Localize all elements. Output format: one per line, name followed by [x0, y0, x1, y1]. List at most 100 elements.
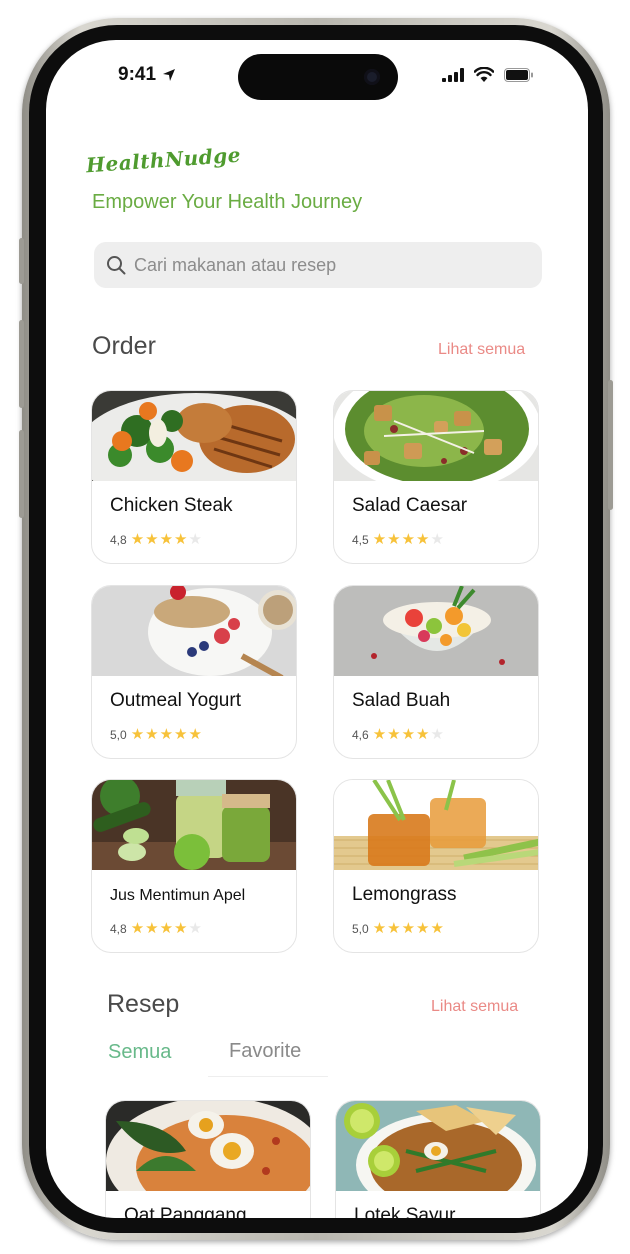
oat-panggang-illustration — [106, 1101, 310, 1218]
star-rating: ★ ★ ★ ★ ★ — [131, 727, 202, 742]
order-card-salad-caesar[interactable]: Salad Caesar 4,5 ★ ★ ★ ★ ★ — [333, 390, 539, 564]
star-rating: ★ ★ ★ ★ ★ — [131, 532, 202, 547]
tab-divider — [208, 1076, 328, 1077]
star-rating: ★ ★ ★ ★ ★ — [373, 532, 444, 547]
star-rating: ★ ★ ★ ★ ★ — [373, 921, 444, 936]
star-icon: ★ — [130, 920, 145, 937]
star-icon: ★ — [372, 920, 387, 937]
star-icon: ★ — [416, 920, 430, 937]
recipe-card-oat-panggang[interactable]: Oat Panggang — [105, 1100, 311, 1218]
rating-value: 4,8 — [110, 921, 127, 936]
wifi-icon — [474, 67, 494, 82]
status-bar-indicators — [442, 67, 534, 82]
outmeal-yogurt-illustration — [92, 586, 296, 681]
star-rating: ★ ★ ★ ★ ★ — [373, 727, 444, 742]
star-icon: ★ — [159, 531, 174, 548]
star-rating: ★ ★ ★ ★ ★ — [131, 921, 202, 936]
jus-mentimun-apel-illustration — [92, 780, 296, 870]
star-icon: ★ — [430, 531, 444, 548]
recipes-see-all-link[interactable]: Lihat semua — [431, 998, 518, 1016]
action-button — [19, 238, 24, 284]
recipes-section-title: Resep — [107, 990, 180, 1018]
food-name: Jus Mentimun Apel — [110, 887, 246, 904]
app-screen: 9:41 HealthNudge Empower Your Health Jou… — [46, 40, 588, 1218]
order-card-lemongrass[interactable]: Lemongrass 5,0 ★ ★ ★ ★ ★ — [333, 779, 539, 953]
food-name: Salad Buah — [352, 690, 451, 711]
rating: 5,0 ★ ★ ★ ★ ★ — [352, 921, 444, 936]
recipe-name: Lotek Sayur — [354, 1205, 456, 1218]
salad-buah-image — [334, 586, 538, 676]
search-input[interactable] — [134, 254, 514, 276]
outmeal-yogurt-image — [92, 586, 296, 681]
star-icon: ★ — [401, 726, 416, 743]
order-card-jus-mentimun-apel[interactable]: Jus Mentimun Apel 4,8 ★ ★ ★ ★ ★ — [91, 779, 297, 953]
rating: 4,8 ★ ★ ★ ★ ★ — [110, 532, 202, 547]
search-icon — [107, 256, 126, 275]
recipe-card-lotek-sayur[interactable]: Lotek Sayur — [335, 1100, 541, 1218]
rating: 4,8 ★ ★ ★ ★ ★ — [110, 921, 202, 936]
star-icon: ★ — [174, 726, 188, 743]
order-see-all-link[interactable]: Lihat semua — [438, 341, 525, 359]
rating-value: 4,6 — [352, 727, 369, 742]
star-icon: ★ — [372, 726, 387, 743]
rating-value: 4,5 — [352, 532, 369, 547]
star-icon: ★ — [159, 726, 174, 743]
star-icon: ★ — [145, 531, 159, 548]
star-icon: ★ — [174, 531, 188, 548]
star-icon: ★ — [401, 920, 416, 937]
search-bar[interactable] — [94, 242, 542, 288]
star-icon: ★ — [130, 726, 145, 743]
star-icon: ★ — [188, 920, 202, 937]
order-section-title: Order — [92, 332, 156, 360]
salad-caesar-image — [334, 391, 538, 493]
tab-favorite[interactable]: Favorite — [229, 1040, 301, 1063]
star-icon: ★ — [188, 531, 202, 548]
star-icon: ★ — [430, 726, 444, 743]
salad-buah-illustration — [334, 586, 538, 676]
battery-icon — [504, 67, 533, 82]
food-name: Lemongrass — [352, 884, 457, 905]
star-icon: ★ — [130, 531, 145, 548]
dynamic-island — [238, 54, 398, 100]
volume-up-button — [19, 320, 24, 408]
volume-down-button — [19, 430, 24, 518]
order-card-chicken-steak[interactable]: Chicken Steak 4,8 ★ ★ ★ ★ ★ — [91, 390, 297, 564]
star-icon: ★ — [401, 531, 416, 548]
star-icon: ★ — [145, 920, 159, 937]
status-bar-time: 9:41 — [118, 64, 176, 86]
star-icon: ★ — [387, 531, 401, 548]
star-icon: ★ — [416, 726, 430, 743]
rating: 4,6 ★ ★ ★ ★ ★ — [352, 727, 444, 742]
star-icon: ★ — [416, 531, 430, 548]
chicken-steak-illustration — [92, 391, 296, 509]
tab-semua[interactable]: Semua — [108, 1041, 171, 1064]
rating-value: 5,0 — [352, 921, 369, 936]
star-icon: ★ — [430, 920, 444, 937]
oat-panggang-image — [106, 1101, 310, 1218]
app-logo: HealthNudge — [85, 142, 242, 178]
lemongrass-illustration — [334, 780, 538, 870]
salad-caesar-illustration — [334, 391, 538, 493]
food-name: Salad Caesar — [352, 495, 468, 516]
star-icon: ★ — [145, 726, 159, 743]
front-camera-icon — [364, 69, 380, 85]
cellular-signal-icon — [442, 67, 464, 82]
star-icon: ★ — [174, 920, 188, 937]
recipe-name: Oat Panggang — [124, 1205, 247, 1218]
food-name: Outmeal Yogurt — [110, 690, 241, 711]
lemongrass-image — [334, 780, 538, 870]
location-arrow-icon — [163, 69, 176, 81]
rating: 5,0 ★ ★ ★ ★ ★ — [110, 727, 202, 742]
power-button — [608, 380, 613, 510]
jus-mentimun-apel-image — [92, 780, 296, 870]
lotek-sayur-illustration — [336, 1101, 540, 1217]
order-card-salad-buah[interactable]: Salad Buah 4,6 ★ ★ ★ ★ ★ — [333, 585, 539, 759]
lotek-sayur-image — [336, 1101, 540, 1217]
rating: 4,5 ★ ★ ★ ★ ★ — [352, 532, 444, 547]
rating-value: 5,0 — [110, 727, 127, 742]
star-icon: ★ — [159, 920, 174, 937]
star-icon: ★ — [188, 726, 202, 743]
app-tagline: Empower Your Health Journey — [92, 191, 363, 213]
order-card-outmeal-yogurt[interactable]: Outmeal Yogurt 5,0 ★ ★ ★ ★ ★ — [91, 585, 297, 759]
food-name: Chicken Steak — [110, 495, 233, 516]
